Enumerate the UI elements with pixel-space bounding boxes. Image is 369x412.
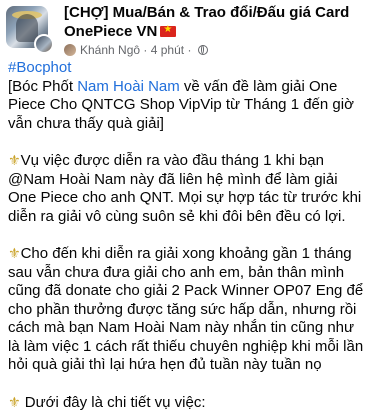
hashtag-line: #Bocphot xyxy=(8,59,364,78)
fleur-de-lis-icon: ⚜ xyxy=(8,394,21,410)
paragraph-1-text: Vụ việc được diễn ra vào đầu tháng 1 khi… xyxy=(8,152,361,225)
paragraph-1: ⚜Vụ việc được diễn ra vào đầu tháng 1 kh… xyxy=(8,151,364,226)
intro-pre-text: [Bóc Phốt xyxy=(8,78,77,95)
paragraph-gap xyxy=(8,375,364,393)
post-body: #Bocphot [Bóc Phốt Nam Hoài Nam về vấn đ… xyxy=(8,59,364,412)
vietnam-flag-icon xyxy=(160,26,176,37)
paragraph-2-text: Cho đến khi diễn ra giải xong khoảng gần… xyxy=(8,245,363,373)
paragraph-3-text: Dưới đây là chi tiết vụ việc: xyxy=(25,394,206,411)
paragraph-3: ⚜ Dưới đây là chi tiết vụ việc: xyxy=(8,393,364,412)
group-name-text: [CHỢ] Mua/Bán & Trao đổi/Đấu giá Card On… xyxy=(64,4,349,40)
post-time[interactable]: 4 phút xyxy=(151,43,184,57)
globe-icon xyxy=(198,45,208,55)
group-avatar-stack[interactable] xyxy=(6,6,54,54)
fleur-de-lis-icon: ⚜ xyxy=(8,245,21,261)
paragraph-2: ⚜Cho đến khi diễn ra giải xong khoảng gầ… xyxy=(8,244,364,375)
post-meta: Khánh Ngô · 4 phút · xyxy=(64,43,208,57)
post-header: [CHỢ] Mua/Bán & Trao đổi/Đấu giá Card On… xyxy=(0,0,369,58)
meta-separator: · xyxy=(143,43,147,57)
mention-link[interactable]: Nam Hoài Nam xyxy=(77,78,180,95)
intro-paragraph: [Bóc Phốt Nam Hoài Nam về vấn đề làm giả… xyxy=(8,78,364,134)
paragraph-gap xyxy=(8,226,364,244)
hashtag-link[interactable]: #Bocphot xyxy=(8,59,71,76)
author-avatar[interactable] xyxy=(34,34,54,54)
author-mini-avatar xyxy=(64,44,76,56)
author-name[interactable]: Khánh Ngô xyxy=(80,43,140,57)
meta-separator-2: · xyxy=(187,43,191,57)
fleur-de-lis-icon: ⚜ xyxy=(8,152,21,168)
group-name-link[interactable]: [CHỢ] Mua/Bán & Trao đổi/Đấu giá Card On… xyxy=(64,3,364,41)
paragraph-gap xyxy=(8,133,364,151)
